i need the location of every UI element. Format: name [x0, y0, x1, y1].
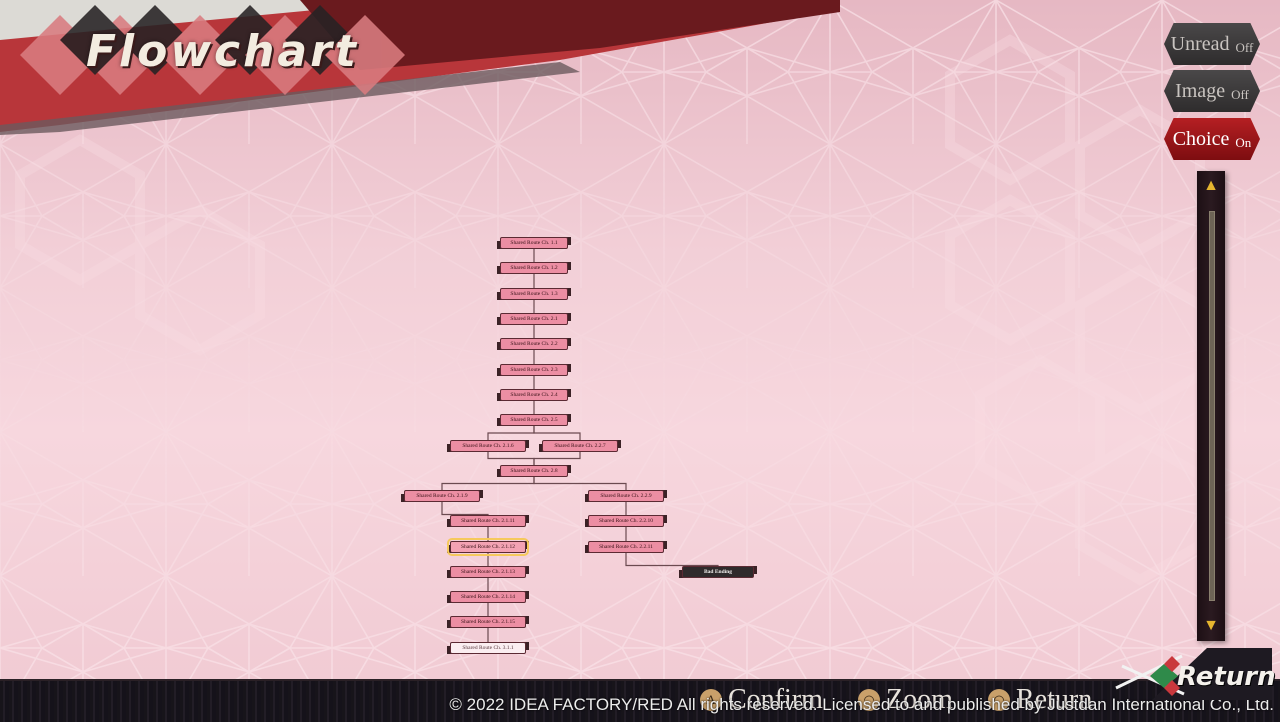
return-emblem-icon: [1115, 654, 1185, 696]
unread-filter-label: Unread: [1170, 32, 1230, 55]
unread-filter-toggle[interactable]: Unread Off: [1164, 23, 1260, 65]
flowchart-node[interactable]: Shared Route Ch. 1.2: [500, 262, 568, 274]
choice-filter-toggle[interactable]: Choice On: [1164, 118, 1260, 160]
choice-filter-label: Choice: [1172, 127, 1230, 150]
flowchart-node[interactable]: Shared Route Ch. 2.1.14: [450, 591, 526, 603]
flowchart-node[interactable]: Shared Route Ch. 3.1.1: [450, 642, 526, 654]
image-filter-state: Off: [1231, 87, 1249, 102]
flowchart-node[interactable]: Shared Route Ch. 2.1.15: [450, 616, 526, 628]
flowchart-node[interactable]: Shared Route Ch. 1.3: [500, 288, 568, 300]
flowchart-node[interactable]: Shared Route Ch. 2.2.10: [588, 515, 664, 527]
flowchart-node[interactable]: Shared Route Ch. 2.5: [500, 414, 568, 426]
flowchart-ending-node[interactable]: Bad Ending: [682, 566, 754, 578]
flowchart-node[interactable]: Shared Route Ch. 2.1.13: [450, 566, 526, 578]
flowchart-node[interactable]: Shared Route Ch. 2.4: [500, 389, 568, 401]
scroll-down-arrow-icon[interactable]: ▼: [1202, 617, 1220, 635]
screen-title: Flowchart: [86, 26, 359, 77]
flowchart-node[interactable]: Shared Route Ch. 2.2: [500, 338, 568, 350]
flowchart-node[interactable]: Shared Route Ch. 2.8: [500, 465, 568, 477]
flowchart-node[interactable]: Shared Route Ch. 2.1.12: [447, 538, 529, 556]
unread-filter-state: Off: [1235, 40, 1254, 55]
flowchart-node[interactable]: Shared Route Ch. 2.1.11: [450, 515, 526, 527]
return-label[interactable]: Return: [1177, 662, 1276, 692]
flowchart-node[interactable]: Shared Route Ch. 2.2.9: [588, 490, 664, 502]
choice-filter-state: On: [1235, 135, 1252, 150]
flowchart-node[interactable]: Shared Route Ch. 2.1.9: [404, 490, 480, 502]
flowchart-node[interactable]: Shared Route Ch. 2.3: [500, 364, 568, 376]
scroll-track[interactable]: [1209, 211, 1215, 601]
flowchart-node[interactable]: Shared Route Ch. 2.1.6: [450, 440, 526, 452]
flowchart-node[interactable]: Shared Route Ch. 2.2.11: [588, 541, 664, 553]
image-filter-label: Image: [1175, 79, 1226, 102]
scroll-up-arrow-icon[interactable]: ▲: [1202, 177, 1220, 195]
image-filter-toggle[interactable]: Image Off: [1164, 70, 1260, 112]
flowchart-node[interactable]: Shared Route Ch. 1.1: [500, 237, 568, 249]
flowchart-node[interactable]: Shared Route Ch. 2.2.7: [542, 440, 618, 452]
vertical-scrollbar[interactable]: ▲ ▼: [1197, 171, 1225, 641]
flowchart-node[interactable]: Shared Route Ch. 2.1: [500, 313, 568, 325]
